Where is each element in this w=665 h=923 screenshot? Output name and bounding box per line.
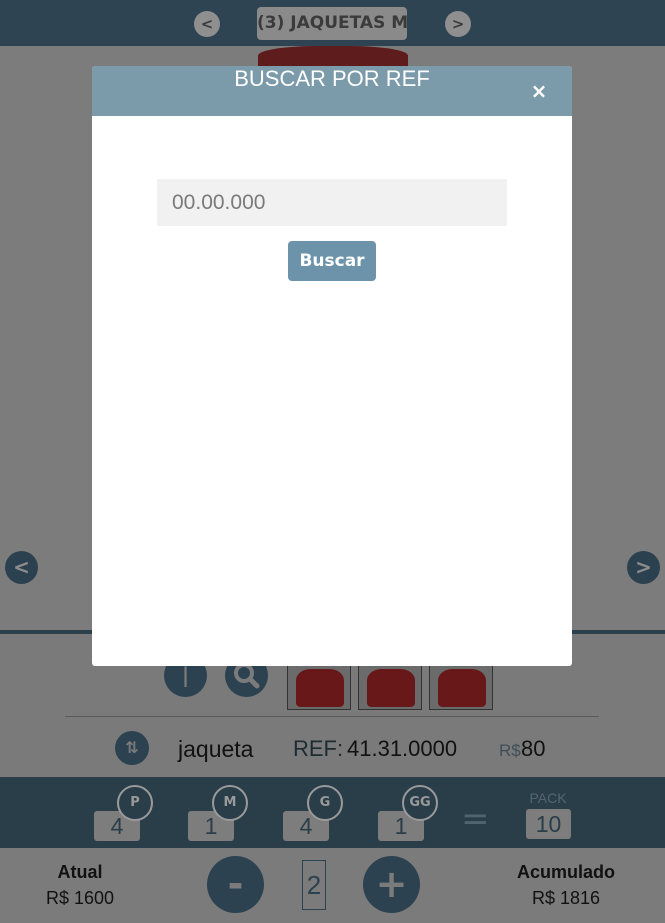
equals-icon: = <box>461 799 490 839</box>
close-icon[interactable]: × <box>528 78 550 104</box>
accumulated-total-value: R$ 1816 <box>531 888 601 908</box>
pack-counter: 2 <box>302 860 326 910</box>
product-thumbnail[interactable] <box>287 664 351 710</box>
size-label-g: G <box>307 785 343 821</box>
next-category-button[interactable]: > <box>445 11 471 37</box>
ref-search-input[interactable] <box>157 179 507 226</box>
size-label-m: M <box>212 785 248 821</box>
modal-title: BUSCAR POR REF <box>234 66 430 91</box>
pack-quantity: 10 <box>526 809 571 839</box>
product-thumbnail[interactable] <box>429 664 493 710</box>
current-total-value: R$ 1600 <box>45 888 115 908</box>
prev-image-button[interactable]: < <box>5 551 38 584</box>
decrement-button[interactable]: - <box>207 856 264 913</box>
product-thumbnail[interactable] <box>358 664 422 710</box>
increment-button[interactable]: + <box>363 856 420 913</box>
jacket-thumbnail-image <box>296 669 344 707</box>
prev-category-button[interactable]: < <box>194 11 220 37</box>
search-button[interactable]: Buscar <box>288 241 376 281</box>
jacket-thumbnail-image <box>438 669 486 707</box>
product-price: 80 <box>521 736 546 761</box>
bottom-bar <box>0 848 665 923</box>
category-title: (3) JAQUETAS M <box>257 7 407 40</box>
search-ref-modal: BUSCAR POR REF × Buscar <box>92 66 572 666</box>
pack-label: PACK <box>529 790 567 806</box>
ref-value: 41.31.0000 <box>347 736 458 761</box>
size-label-gg: GG <box>402 785 438 821</box>
product-name: jaqueta <box>178 736 254 762</box>
accumulated-total-label: Acumulado <box>516 862 615 882</box>
jacket-thumbnail-image <box>367 669 415 707</box>
separator <box>65 716 599 717</box>
currency-symbol: R$ <box>499 741 521 760</box>
size-label-p: P <box>117 785 153 821</box>
ref-label: REF: <box>293 736 344 761</box>
sort-icon[interactable]: ⇅ <box>115 731 149 765</box>
next-image-button[interactable]: > <box>627 551 660 584</box>
current-total-label: Atual <box>57 862 103 882</box>
